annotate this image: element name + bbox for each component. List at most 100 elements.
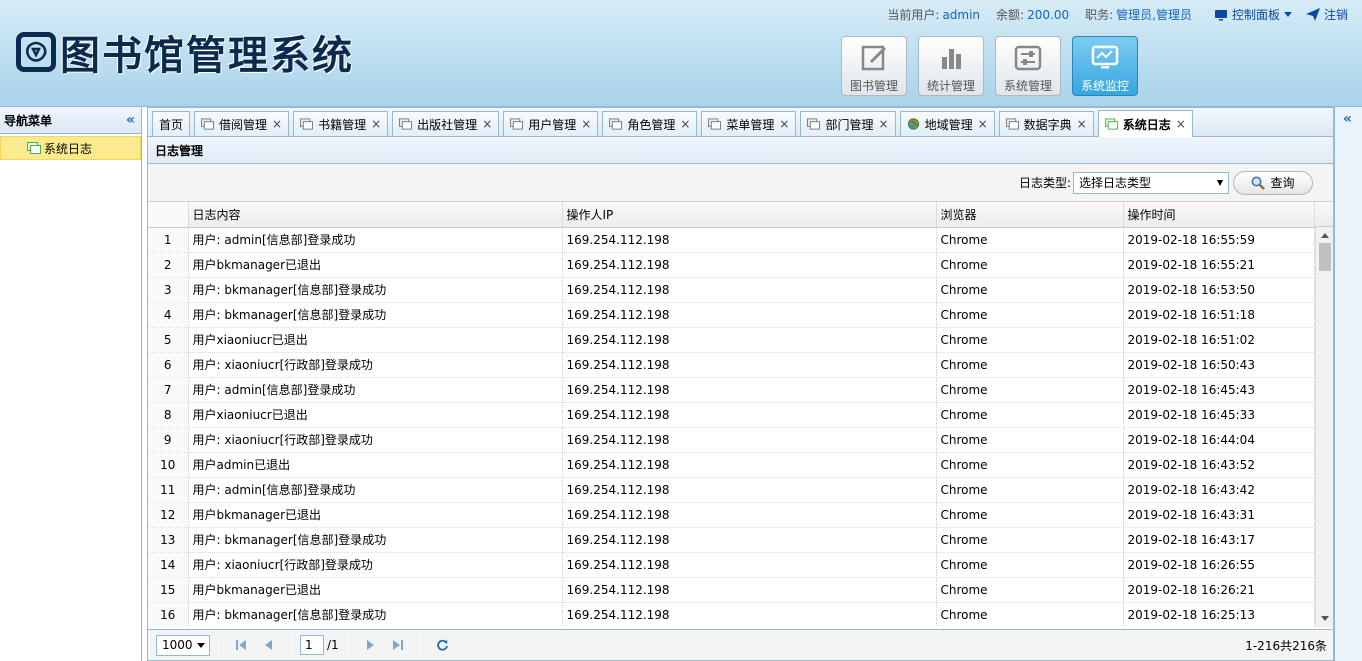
time-cell: 2019-02-18 16:26:21 [1123, 577, 1315, 603]
sidebar-item-system-log[interactable]: 系统日志 [0, 136, 141, 160]
tab-book-management[interactable]: 书籍管理 × [293, 111, 389, 136]
module-statistics[interactable]: 统计管理 [918, 36, 984, 96]
header-filler [1315, 202, 1333, 227]
table-row[interactable]: 14 用户: xiaoniucr[行政部]登录成功 169.254.112.198 C… [148, 552, 1315, 578]
next-page-button[interactable] [360, 635, 380, 655]
table-row[interactable]: 9 用户: xiaoniucr[行政部]登录成功 169.254.112.198 Ch… [148, 427, 1315, 453]
monitor-small-icon [1214, 9, 1227, 20]
close-icon[interactable]: × [978, 117, 988, 131]
ip-cell: 169.254.112.198 [562, 452, 937, 478]
module-switcher: 图书管理 统计管理 系统管理 系统监控 [841, 36, 1149, 96]
log-type-label: 日志类型: [1018, 176, 1071, 190]
control-panel-menu[interactable]: 控制面板 [1214, 6, 1292, 23]
bar-chart-icon [942, 49, 961, 69]
log-content-cell: 用户xiaoniucr已退出 [188, 402, 563, 428]
logout-link[interactable]: 注销 [1305, 6, 1348, 23]
current-user-value: admin [942, 7, 981, 22]
table-row[interactable]: 11 用户: admin[信息部]登录成功 169.254.112.198 Chrom… [148, 477, 1315, 503]
close-icon[interactable]: × [680, 117, 690, 131]
scroll-down-icon[interactable] [1321, 616, 1329, 621]
close-icon[interactable]: × [482, 117, 492, 131]
collapse-right-icon[interactable]: « [1343, 111, 1352, 127]
table-row[interactable]: 7 用户: admin[信息部]登录成功 169.254.112.198 Chrome… [148, 377, 1315, 403]
page-number-input[interactable]: 1 [300, 635, 324, 655]
table-row[interactable]: 6 用户: xiaoniucr[行政部]登录成功 169.254.112.198 Ch… [148, 352, 1315, 378]
divider [346, 635, 348, 655]
table-row[interactable]: 15 用户bkmanager已退出 169.254.112.198 Chrome 201… [148, 577, 1315, 603]
close-icon[interactable]: × [272, 117, 282, 131]
browser-cell: Chrome [936, 577, 1124, 603]
ip-cell: 169.254.112.198 [562, 327, 937, 353]
tab-department-management[interactable]: 部门管理 × [800, 111, 896, 136]
module-book-management[interactable]: 图书管理 [841, 36, 907, 96]
close-icon[interactable]: × [879, 117, 889, 131]
browser-cell: Chrome [936, 552, 1124, 578]
divider [419, 635, 421, 655]
table-row[interactable]: 3 用户: bkmanager[信息部]登录成功 169.254.112.198 Ch… [148, 277, 1315, 303]
column-header-time[interactable]: 操作时间 [1123, 202, 1315, 228]
table-row[interactable]: 5 用户xiaoniucr已退出 169.254.112.198 Chrome 2019… [148, 327, 1315, 353]
table-row[interactable]: 13 用户: bkmanager[信息部]登录成功 169.254.112.198 C… [148, 527, 1315, 553]
tab-home[interactable]: 首页 [152, 111, 191, 136]
ip-cell: 169.254.112.198 [562, 602, 937, 627]
last-page-button[interactable] [388, 635, 408, 655]
ip-cell: 169.254.112.198 [562, 302, 937, 328]
close-icon[interactable]: × [581, 117, 591, 131]
table-row[interactable]: 10 用户admin已退出 169.254.112.198 Chrome 2019-02… [148, 452, 1315, 478]
ip-cell: 169.254.112.198 [562, 427, 937, 453]
search-button[interactable]: 查询 [1233, 170, 1313, 195]
tab-label: 书籍管理 [318, 117, 367, 132]
first-page-button[interactable] [231, 635, 251, 655]
collapse-left-icon[interactable]: « [126, 112, 135, 128]
column-header-browser[interactable]: 浏览器 [936, 202, 1124, 228]
main-panel: 首页 借阅管理 × 书籍管理 × 出版社管理 × 用户管理 × 角色管理 × 菜… [147, 107, 1334, 661]
refresh-button[interactable] [433, 635, 453, 655]
right-collapse-strip: « [1334, 107, 1362, 661]
table-row[interactable]: 1 用户: admin[信息部]登录成功 169.254.112.198 Chrome… [148, 227, 1315, 253]
log-content-cell: 用户: xiaoniucr[行政部]登录成功 [188, 552, 563, 578]
module-label: 统计管理 [926, 79, 975, 93]
log-content-cell: 用户: bkmanager[信息部]登录成功 [188, 277, 563, 303]
row-number: 16 [148, 602, 189, 627]
tab-publisher-management[interactable]: 出版社管理 × [392, 111, 500, 136]
time-cell: 2019-02-18 16:25:13 [1123, 602, 1315, 627]
tab-region-management[interactable]: 地域管理 × [899, 111, 995, 136]
row-number: 15 [148, 577, 189, 603]
column-header-ip[interactable]: 操作人IP [562, 202, 937, 228]
module-system-monitor[interactable]: 系统监控 [1072, 36, 1138, 96]
tab-data-dictionary[interactable]: 数据字典 × [998, 111, 1094, 136]
table-row[interactable]: 12 用户bkmanager已退出 169.254.112.198 Chrome 201… [148, 502, 1315, 528]
pagination-info: 1-216共216条 [1245, 638, 1327, 653]
log-type-select[interactable]: 选择日志类型 [1073, 171, 1229, 194]
close-icon[interactable]: × [1077, 117, 1087, 131]
sidebar-title: 导航菜单 [4, 113, 53, 128]
time-cell: 2019-02-18 16:43:17 [1123, 527, 1315, 553]
page-size-select[interactable]: 1000 [156, 634, 210, 656]
scroll-thumb[interactable] [1319, 243, 1331, 271]
column-header-content[interactable]: 日志内容 [188, 202, 563, 228]
browser-cell: Chrome [936, 377, 1124, 403]
globe-icon [907, 118, 919, 130]
tab-menu-management[interactable]: 菜单管理 × [701, 111, 797, 136]
prev-page-button[interactable] [259, 635, 279, 655]
scroll-up-icon[interactable] [1321, 233, 1329, 238]
tab-label: 角色管理 [627, 117, 676, 132]
close-icon[interactable]: × [1176, 117, 1186, 131]
close-icon[interactable]: × [779, 117, 789, 131]
table-row[interactable]: 16 用户: bkmanager[信息部]登录成功 169.254.112.198 C… [148, 602, 1315, 627]
row-number: 5 [148, 327, 189, 353]
browser-cell: Chrome [936, 452, 1124, 478]
close-icon[interactable]: × [371, 117, 381, 131]
tab-borrow-management[interactable]: 借阅管理 × [194, 111, 290, 136]
table-row[interactable]: 2 用户bkmanager已退出 169.254.112.198 Chrome 2019… [148, 252, 1315, 278]
table-row[interactable]: 4 用户: bkmanager[信息部]登录成功 169.254.112.198 Ch… [148, 302, 1315, 328]
tab-role-management[interactable]: 角色管理 × [602, 111, 698, 136]
row-number: 8 [148, 402, 189, 428]
vertical-scrollbar[interactable] [1315, 227, 1333, 627]
browser-cell: Chrome [936, 527, 1124, 553]
log-content-cell: 用户: admin[信息部]登录成功 [188, 227, 563, 253]
tab-system-log[interactable]: 系统日志 × [1097, 110, 1193, 137]
table-row[interactable]: 8 用户xiaoniucr已退出 169.254.112.198 Chrome 2019… [148, 402, 1315, 428]
module-system-management[interactable]: 系统管理 [995, 36, 1061, 96]
tab-user-management[interactable]: 用户管理 × [503, 111, 599, 136]
